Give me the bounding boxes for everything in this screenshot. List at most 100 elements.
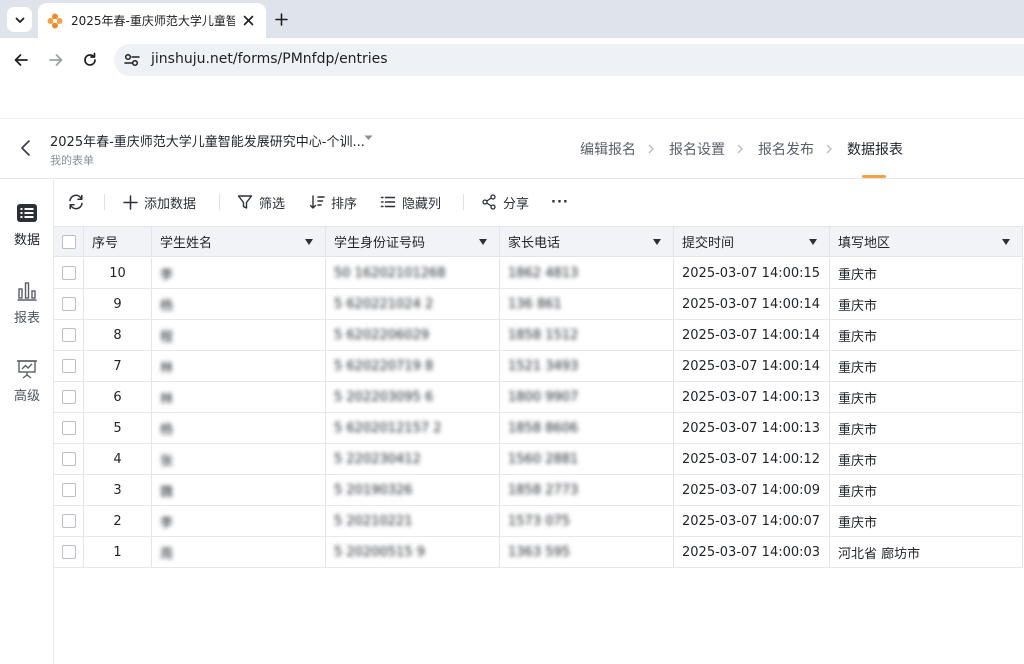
row-submit-time-cell[interactable]: 2025-03-07 14:00:15 (674, 258, 830, 288)
row-checkbox[interactable] (61, 328, 76, 342)
rail-item-advanced[interactable]: 高级 (0, 358, 54, 418)
step-edit-form[interactable]: 编辑报名 (580, 139, 636, 159)
hide-columns-button[interactable]: 隐藏列 (380, 192, 441, 212)
row-checkbox[interactable] (61, 297, 76, 311)
row-seq-cell[interactable]: 3 (84, 475, 152, 505)
row-checkbox[interactable] (61, 390, 76, 404)
column-header-id-number[interactable]: 学生身份证号码 (326, 227, 500, 256)
row-seq-cell[interactable]: 2 (84, 506, 152, 536)
row-region-cell[interactable]: 重庆市 (830, 320, 1023, 350)
select-all-checkbox[interactable] (61, 234, 76, 249)
table-row[interactable]: 9 杨 5 620221024 2 136 861 2025-03-07 14:00:1… (54, 289, 1023, 320)
table-row[interactable]: 7 林 5 620220719 8 1521 3493 2025-03-07 14:00… (54, 351, 1023, 382)
row-phone-cell[interactable]: 1862 4813 (500, 258, 674, 288)
add-data-button[interactable]: 添加数据 (123, 192, 196, 212)
row-submit-time-cell[interactable]: 2025-03-07 14:00:14 (674, 351, 830, 381)
reload-button[interactable] (79, 49, 101, 71)
table-row[interactable]: 2 李 5 20210221 1573 075 2025-03-07 14:00:07 重… (54, 506, 1023, 537)
row-seq-cell[interactable]: 6 (84, 382, 152, 412)
caret-down-icon[interactable] (305, 239, 313, 245)
caret-down-icon[interactable] (364, 135, 373, 141)
site-settings-icon[interactable] (123, 52, 141, 68)
column-header-parent-phone[interactable]: 家长电话 (500, 227, 674, 256)
row-name-cell[interactable]: 杨 (152, 289, 326, 319)
chevron-left-icon[interactable] (18, 138, 34, 158)
tab-close-button[interactable] (240, 12, 257, 29)
form-title[interactable]: 2025年春-重庆师范大学儿童智能发展研究中心-个训... (50, 131, 365, 150)
step-publish[interactable]: 报名发布 (758, 139, 814, 159)
column-header-seq[interactable]: 序号 (84, 227, 152, 256)
row-seq-cell[interactable]: 9 (84, 289, 152, 319)
row-id-number-cell[interactable]: 5 6202206029 (326, 320, 500, 350)
row-id-number-cell[interactable]: 5 20210221 (326, 506, 500, 536)
row-name-cell[interactable]: 程 (152, 320, 326, 350)
row-seq-cell[interactable]: 1 (84, 537, 152, 567)
row-phone-cell[interactable]: 136 861 (500, 289, 674, 319)
new-tab-button[interactable] (271, 9, 291, 29)
row-name-cell[interactable]: 魏 (152, 475, 326, 505)
row-region-cell[interactable]: 重庆市 (830, 413, 1023, 443)
row-submit-time-cell[interactable]: 2025-03-07 14:00:13 (674, 382, 830, 412)
row-name-cell[interactable]: 李 (152, 506, 326, 536)
caret-down-icon[interactable] (653, 239, 661, 245)
column-header-submit-time[interactable]: 提交时间 (674, 227, 830, 256)
row-checkbox[interactable] (61, 545, 76, 559)
row-phone-cell[interactable]: 1858 8606 (500, 413, 674, 443)
row-seq-cell[interactable]: 10 (84, 258, 152, 288)
form-breadcrumb[interactable]: 我的表单 (50, 152, 94, 168)
row-region-cell[interactable]: 重庆市 (830, 444, 1023, 474)
row-name-cell[interactable]: 张 (152, 444, 326, 474)
row-id-number-cell[interactable]: 5 20190326 (326, 475, 500, 505)
row-checkbox[interactable] (61, 514, 76, 528)
row-id-number-cell[interactable]: 5 620221024 2 (326, 289, 500, 319)
row-submit-time-cell[interactable]: 2025-03-07 14:00:09 (674, 475, 830, 505)
row-checkbox[interactable] (61, 483, 76, 497)
row-seq-cell[interactable]: 4 (84, 444, 152, 474)
row-checkbox[interactable] (61, 359, 76, 373)
filter-button[interactable]: 筛选 (237, 192, 285, 212)
sort-button[interactable]: 排序 (309, 192, 357, 212)
table-row[interactable]: 6 林 5 202203095 6 1800 9907 2025-03-07 14:00… (54, 382, 1023, 413)
row-submit-time-cell[interactable]: 2025-03-07 14:00:12 (674, 444, 830, 474)
row-name-cell[interactable]: 周 (152, 537, 326, 567)
row-id-number-cell[interactable]: 50 16202101268 (326, 258, 500, 288)
row-name-cell[interactable]: 林 (152, 351, 326, 381)
share-button[interactable]: 分享 (481, 192, 529, 212)
row-seq-cell[interactable]: 8 (84, 320, 152, 350)
row-submit-time-cell[interactable]: 2025-03-07 14:00:14 (674, 289, 830, 319)
rail-item-report[interactable]: 报表 (0, 280, 54, 340)
row-region-cell[interactable]: 河北省 廊坊市 (830, 537, 1023, 567)
row-submit-time-cell[interactable]: 2025-03-07 14:00:03 (674, 537, 830, 567)
table-row[interactable]: 5 杨 5 6202012157 2 1858 8606 2025-03-07 14:0… (54, 413, 1023, 444)
row-phone-cell[interactable]: 1800 9907 (500, 382, 674, 412)
row-id-number-cell[interactable]: 5 202203095 6 (326, 382, 500, 412)
row-id-number-cell[interactable]: 5 20200515 9 (326, 537, 500, 567)
row-id-number-cell[interactable]: 5 220230412 (326, 444, 500, 474)
table-row[interactable]: 1 周 5 20200515 9 1363 595 2025-03-07 14:00:0… (54, 537, 1023, 568)
row-submit-time-cell[interactable]: 2025-03-07 14:00:07 (674, 506, 830, 536)
row-phone-cell[interactable]: 1858 2773 (500, 475, 674, 505)
caret-down-icon[interactable] (809, 239, 817, 245)
refresh-button[interactable] (67, 192, 91, 212)
row-region-cell[interactable]: 重庆市 (830, 258, 1023, 288)
back-button[interactable] (10, 49, 32, 71)
row-seq-cell[interactable]: 5 (84, 413, 152, 443)
row-name-cell[interactable]: 林 (152, 382, 326, 412)
row-checkbox[interactable] (61, 266, 76, 280)
table-row[interactable]: 4 张 5 220230412 1560 2881 2025-03-07 14:00:1… (54, 444, 1023, 475)
row-phone-cell[interactable]: 1560 2881 (500, 444, 674, 474)
row-region-cell[interactable]: 重庆市 (830, 475, 1023, 505)
row-region-cell[interactable]: 重庆市 (830, 351, 1023, 381)
rail-item-data[interactable]: 数据 (0, 202, 54, 262)
row-phone-cell[interactable]: 1573 075 (500, 506, 674, 536)
row-region-cell[interactable]: 重庆市 (830, 506, 1023, 536)
row-id-number-cell[interactable]: 5 6202012157 2 (326, 413, 500, 443)
caret-down-icon[interactable] (1002, 239, 1010, 245)
row-phone-cell[interactable]: 1858 1512 (500, 320, 674, 350)
row-checkbox[interactable] (61, 421, 76, 435)
row-name-cell[interactable]: 李 (152, 258, 326, 288)
tab-search-button[interactable] (7, 7, 32, 32)
row-phone-cell[interactable]: 1363 595 (500, 537, 674, 567)
column-header-student-name[interactable]: 学生姓名 (152, 227, 326, 256)
more-options-button[interactable]: ··· (551, 192, 569, 212)
